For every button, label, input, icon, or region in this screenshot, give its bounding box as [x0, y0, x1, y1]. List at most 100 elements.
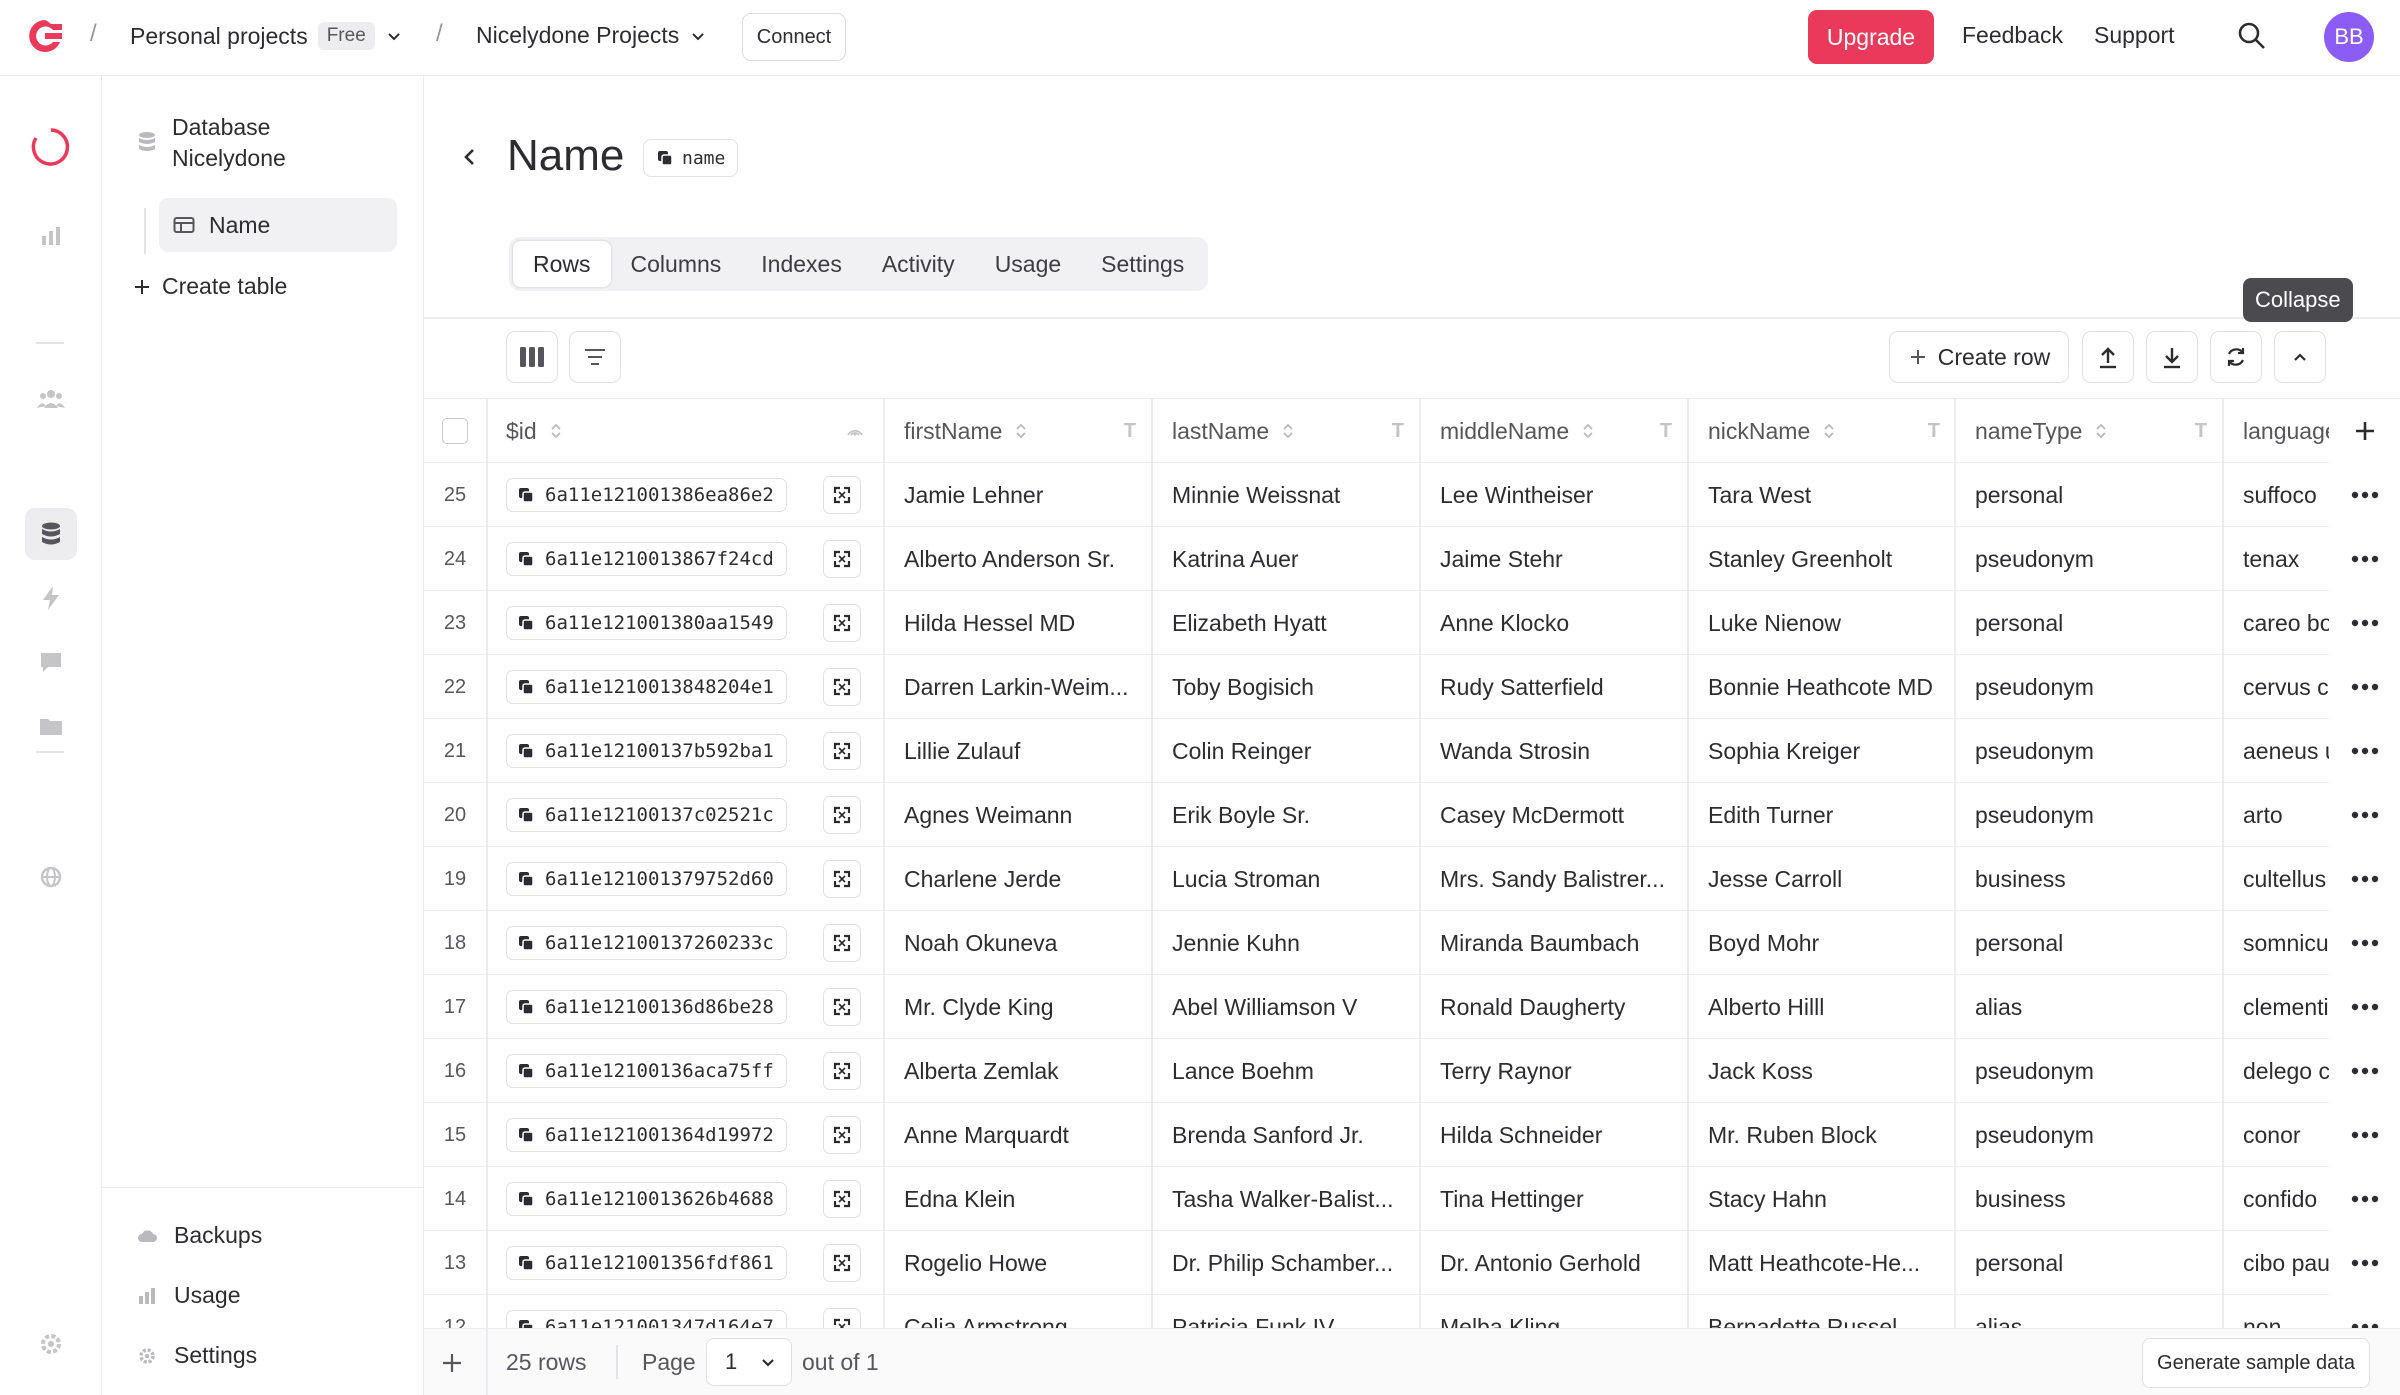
cell-firstname[interactable]: Darren Larkin-Weim... — [904, 655, 1136, 719]
table-row[interactable]: 21 6a11e12100137b592ba1 Lillie Zulauf Colin… — [424, 719, 2400, 783]
cell-lastname[interactable]: Brenda Sanford Jr. — [1172, 1103, 1404, 1167]
row-actions-button[interactable] — [2329, 1167, 2400, 1231]
cell-language[interactable]: arto — [2243, 783, 2329, 847]
cell-firstname[interactable]: Alberto Anderson Sr. — [904, 527, 1136, 591]
row-id-chip[interactable]: 6a11e12100137b592ba1 — [506, 734, 787, 768]
upload-button[interactable] — [2082, 331, 2134, 383]
cell-lastname[interactable]: Tasha Walker-Balist... — [1172, 1167, 1404, 1231]
cell-language[interactable]: somnicu — [2243, 911, 2329, 975]
cell-firstname[interactable]: Hilda Hessel MD — [904, 591, 1136, 655]
add-column-button[interactable] — [2329, 399, 2400, 463]
sidebar-item-name-table[interactable]: Name — [159, 198, 397, 252]
cell-middlename[interactable]: Terry Raynor — [1440, 1039, 1672, 1103]
feedback-link[interactable]: Feedback — [1962, 22, 2063, 49]
column-header-firstname[interactable]: firstName T — [904, 399, 1136, 463]
cell-middlename[interactable]: Rudy Satterfield — [1440, 655, 1672, 719]
column-header-nickname[interactable]: nickName T — [1708, 399, 1940, 463]
table-row[interactable]: 22 6a11e1210013848204e1 Darren Larkin-Weim… — [424, 655, 2400, 719]
refresh-button[interactable] — [2210, 331, 2262, 383]
column-header-id[interactable]: $id — [506, 399, 866, 463]
tab-rows[interactable]: Rows — [513, 241, 611, 287]
cell-lastname[interactable]: Jennie Kuhn — [1172, 911, 1404, 975]
cell-nickname[interactable]: Luke Nienow — [1708, 591, 1940, 655]
row-id-chip[interactable]: 6a11e1210013626b4688 — [506, 1182, 787, 1216]
cell-nickname[interactable]: Boyd Mohr — [1708, 911, 1940, 975]
row-id-chip[interactable]: 6a11e12100137260233c — [506, 926, 787, 960]
cell-lastname[interactable]: Colin Reinger — [1172, 719, 1404, 783]
tab-activity[interactable]: Activity — [862, 241, 975, 287]
expand-row-button[interactable] — [823, 732, 861, 770]
cell-language[interactable]: suffoco — [2243, 463, 2329, 527]
cell-nametype[interactable]: personal — [1975, 591, 2207, 655]
database-name[interactable]: Database Nicelydone — [172, 112, 286, 174]
cell-middlename[interactable]: Melba Kling — [1440, 1295, 1672, 1329]
table-row[interactable]: 12 6a11e121001347d164e7 Celia Armstrong Pat… — [424, 1295, 2400, 1328]
cell-language[interactable]: cultellus — [2243, 847, 2329, 911]
cell-middlename[interactable]: Lee Wintheiser — [1440, 463, 1672, 527]
filter-button[interactable] — [569, 331, 621, 383]
cell-middlename[interactable]: Jaime Stehr — [1440, 527, 1672, 591]
breadcrumb-project[interactable]: Nicelydone Projects — [476, 22, 707, 49]
row-id-chip[interactable]: 6a11e12100136aca75ff — [506, 1054, 787, 1088]
column-header-language[interactable]: language — [2243, 399, 2329, 463]
expand-row-button[interactable] — [823, 1116, 861, 1154]
breadcrumb-org[interactable]: Personal projects Free — [130, 22, 403, 50]
folder-icon[interactable] — [34, 709, 68, 743]
generate-sample-data-button[interactable]: Generate sample data — [2142, 1338, 2370, 1388]
cell-firstname[interactable]: Lillie Zulauf — [904, 719, 1136, 783]
row-id-chip[interactable]: 6a11e12100136d86be28 — [506, 990, 787, 1024]
cell-firstname[interactable]: Noah Okuneva — [904, 911, 1136, 975]
cell-firstname[interactable]: Mr. Clyde King — [904, 975, 1136, 1039]
table-row[interactable]: 14 6a11e1210013626b4688 Edna Klein Tasha Wa… — [424, 1167, 2400, 1231]
table-row[interactable]: 20 6a11e12100137c02521c Agnes Weimann Erik … — [424, 783, 2400, 847]
cell-nickname[interactable]: Stanley Greenholt — [1708, 527, 1940, 591]
cell-language[interactable]: clementi — [2243, 975, 2329, 1039]
cell-lastname[interactable]: Lucia Stroman — [1172, 847, 1404, 911]
table-row[interactable]: 17 6a11e12100136d86be28 Mr. Clyde King Abel… — [424, 975, 2400, 1039]
expand-row-button[interactable] — [823, 476, 861, 514]
row-id-chip[interactable]: 6a11e121001380aa1549 — [506, 606, 787, 640]
cell-nametype[interactable]: pseudonym — [1975, 783, 2207, 847]
cell-middlename[interactable]: Mrs. Sandy Balistrer... — [1440, 847, 1672, 911]
row-actions-button[interactable] — [2329, 911, 2400, 975]
row-actions-button[interactable] — [2329, 655, 2400, 719]
table-row[interactable]: 16 6a11e12100136aca75ff Alberta Zemlak Lanc… — [424, 1039, 2400, 1103]
table-row[interactable]: 18 6a11e12100137260233c Noah Okuneva Jennie… — [424, 911, 2400, 975]
table-row[interactable]: 15 6a11e121001364d19972 Anne Marquardt Bren… — [424, 1103, 2400, 1167]
cell-nickname[interactable]: Matt Heathcote-He... — [1708, 1231, 1940, 1295]
cell-middlename[interactable]: Hilda Schneider — [1440, 1103, 1672, 1167]
cell-lastname[interactable]: Minnie Weissnat — [1172, 463, 1404, 527]
download-button[interactable] — [2146, 331, 2198, 383]
cell-language[interactable]: conor — [2243, 1103, 2329, 1167]
cell-nickname[interactable]: Bonnie Heathcote MD — [1708, 655, 1940, 719]
cell-middlename[interactable]: Ronald Daugherty — [1440, 975, 1672, 1039]
cell-firstname[interactable]: Agnes Weimann — [904, 783, 1136, 847]
cell-firstname[interactable]: Celia Armstrong — [904, 1295, 1136, 1329]
row-id-chip[interactable]: 6a11e1210013848204e1 — [506, 670, 787, 704]
cell-middlename[interactable]: Wanda Strosin — [1440, 719, 1672, 783]
page-select[interactable]: 1 — [706, 1338, 792, 1386]
database-icon[interactable] — [34, 517, 68, 551]
table-row[interactable]: 19 6a11e121001379752d60 Charlene Jerde Luci… — [424, 847, 2400, 911]
lightning-icon[interactable] — [34, 581, 68, 615]
cell-firstname[interactable]: Edna Klein — [904, 1167, 1136, 1231]
users-icon[interactable] — [34, 382, 68, 416]
cell-middlename[interactable]: Tina Hettinger — [1440, 1167, 1672, 1231]
row-actions-button[interactable] — [2329, 1295, 2400, 1328]
row-id-chip[interactable]: 6a11e12100137c02521c — [506, 798, 787, 832]
gear-icon[interactable] — [34, 1327, 68, 1361]
cell-lastname[interactable]: Patricia Funk IV — [1172, 1295, 1404, 1329]
row-actions-button[interactable] — [2329, 719, 2400, 783]
column-header-middlename[interactable]: middleName T — [1440, 399, 1672, 463]
select-all-checkbox[interactable] — [442, 399, 468, 463]
cell-middlename[interactable]: Miranda Baumbach — [1440, 911, 1672, 975]
tab-usage[interactable]: Usage — [975, 241, 1081, 287]
expand-row-button[interactable] — [823, 988, 861, 1026]
cell-lastname[interactable]: Lance Boehm — [1172, 1039, 1404, 1103]
create-table-button[interactable]: Create table — [132, 273, 287, 300]
row-actions-button[interactable] — [2329, 1039, 2400, 1103]
cell-lastname[interactable]: Dr. Philip Schamber... — [1172, 1231, 1404, 1295]
cell-language[interactable]: tenax — [2243, 527, 2329, 591]
cell-nickname[interactable]: Edith Turner — [1708, 783, 1940, 847]
cell-language[interactable]: non — [2243, 1295, 2329, 1329]
